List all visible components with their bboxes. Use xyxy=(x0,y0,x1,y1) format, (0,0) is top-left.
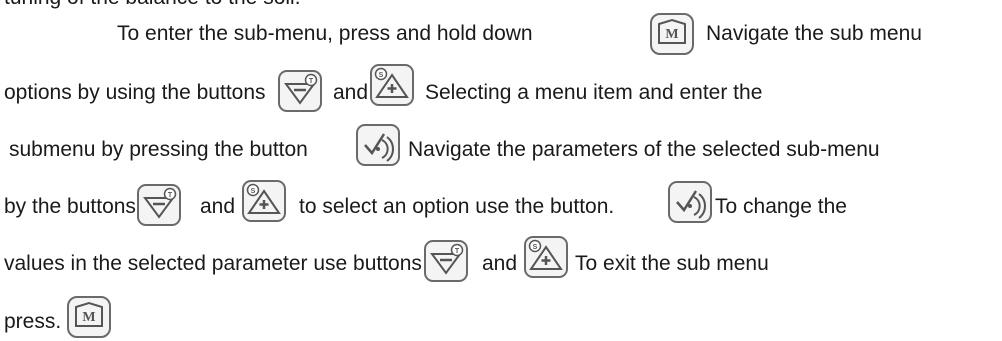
svg-text:M: M xyxy=(82,310,95,325)
text-and: and xyxy=(482,252,518,275)
text-submenu-pressing: submenu by pressing the button xyxy=(9,138,308,161)
minus-t-button-icon: T xyxy=(278,70,322,112)
svg-text:T: T xyxy=(309,78,314,85)
check-target-button-icon xyxy=(668,181,712,223)
text-and: and xyxy=(200,195,236,218)
text-values-parameter: values in the selected parameter use but… xyxy=(4,252,422,275)
svg-text:M: M xyxy=(665,27,678,42)
menu-m-button-icon: M xyxy=(650,13,694,55)
text-enter-submenu: To enter the sub-menu, press and hold do… xyxy=(117,22,533,45)
check-target-button-icon xyxy=(356,124,400,166)
svg-text:S: S xyxy=(533,244,538,251)
text-navigate-parameters: Navigate the parameters of the selected … xyxy=(408,138,880,161)
text-to-change: To change the xyxy=(715,195,847,218)
text-and: and xyxy=(333,81,369,104)
svg-text:S: S xyxy=(379,72,384,79)
text-options-buttons: options by using the buttons xyxy=(4,81,266,104)
plus-s-button-icon: S xyxy=(370,64,414,106)
cutoff-text-line: tuning of the balance to the soil. xyxy=(4,0,301,10)
text-select-option: to select an option use the button. xyxy=(299,195,615,218)
plus-s-button-icon: S xyxy=(242,180,286,222)
svg-text:T: T xyxy=(168,192,173,199)
text-selecting-menu-item: Selecting a menu item and enter the xyxy=(425,81,763,104)
plus-s-button-icon: S xyxy=(524,236,568,278)
svg-text:S: S xyxy=(251,188,256,195)
text-exit-submenu: To exit the sub menu xyxy=(575,252,769,275)
menu-m-button-icon: M xyxy=(67,296,111,338)
text-navigate-submenu: Navigate the sub menu xyxy=(706,22,922,45)
svg-text:T: T xyxy=(455,248,460,255)
text-press: press. xyxy=(4,310,62,333)
text-by-the-buttons: by the buttons xyxy=(4,195,136,218)
minus-t-button-icon: T xyxy=(424,240,468,282)
minus-t-button-icon: T xyxy=(137,184,181,226)
